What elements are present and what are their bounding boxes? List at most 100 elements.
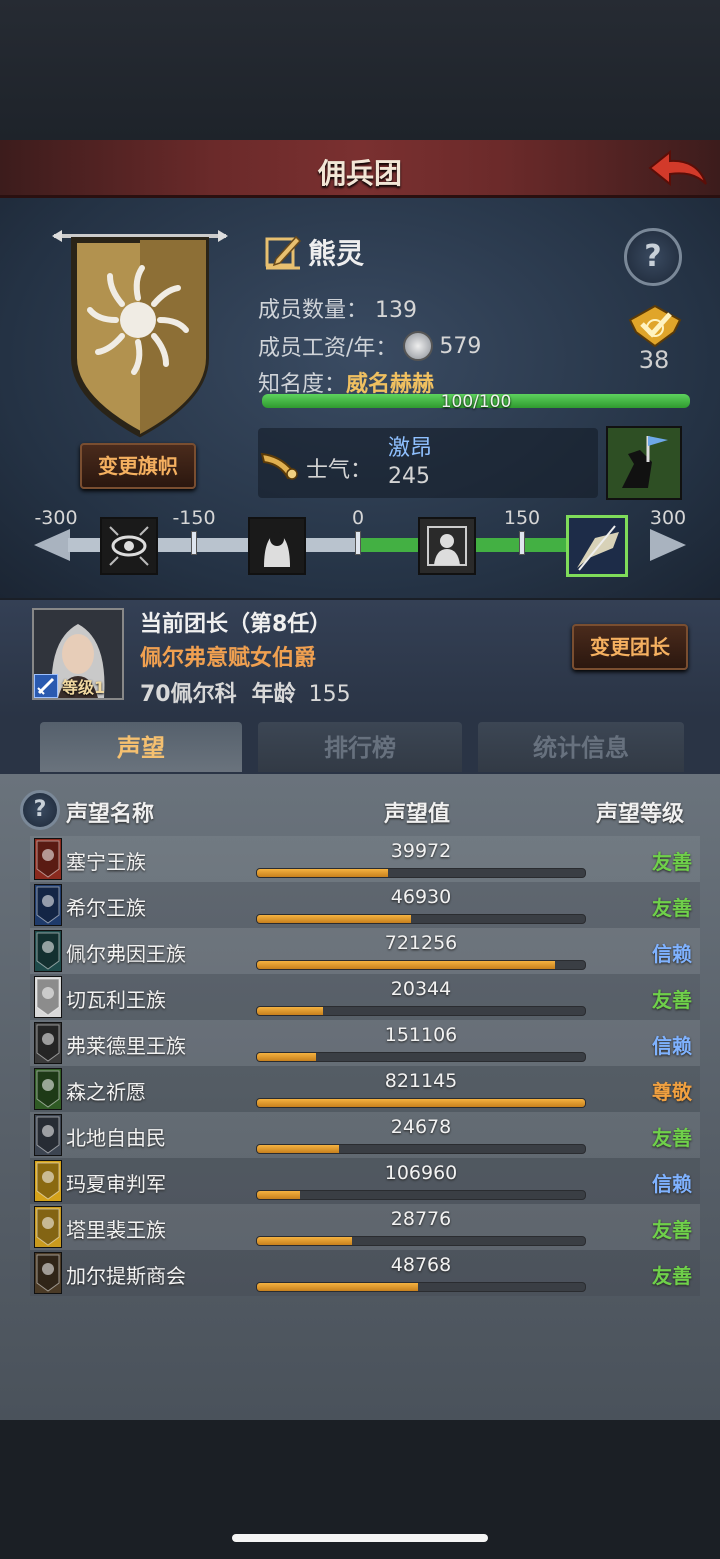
tick-mark [191,531,197,555]
question-icon: ? [644,239,662,274]
reputation-bar-fill [257,1237,353,1245]
change-leader-button[interactable]: 变更团长 [572,624,688,670]
rank-value: 38 [638,346,670,374]
faction-crest-icon [34,1160,62,1202]
reputation-level: 信赖 [652,1172,692,1196]
reputation-help-button[interactable]: ? [20,790,60,830]
tab-reputation[interactable]: 声望 [40,722,242,772]
reputation-bar-fill [257,869,389,877]
reputation-level: 信赖 [652,1034,692,1058]
faction-row[interactable]: 玛夏审判军 106960 信赖 [30,1158,700,1204]
reputation-bar-fill [257,915,412,923]
reputation-bar [256,960,586,970]
reputation-bar [256,1236,586,1246]
back-arrow-icon [648,149,707,187]
faction-crest-icon [34,1068,62,1110]
reputation-level: 友善 [652,1218,692,1242]
faction-name: 希尔王族 [66,896,146,920]
leader-age-value: 155 [308,682,351,707]
back-button[interactable] [646,144,710,194]
faction-name: 加尔提斯商会 [66,1264,186,1288]
reputation-value: 20344 [390,978,452,1000]
scale-tick-label: -300 [34,507,78,529]
faction-row[interactable]: 切瓦利王族 20344 友善 [30,974,700,1020]
faction-crest-icon [34,1252,62,1294]
leader-title: 当前团长（第8任） [140,612,332,637]
faction-row[interactable]: 佩尔弗因王族 721256 信赖 [30,928,700,974]
members-line: 成员数量： 139 [258,292,417,324]
reputation-value: 24678 [390,1116,452,1138]
top-background [0,0,720,140]
tab-leaderboard[interactable]: 排行榜 [258,722,462,772]
faction-crest-icon [34,930,62,972]
morale-status-icon[interactable] [606,426,682,500]
members-value: 139 [375,298,418,323]
reputation-bar [256,1006,586,1016]
morale-level-calm-icon[interactable] [418,517,476,575]
faction-row[interactable]: 弗莱德里王族 151106 信赖 [30,1020,700,1066]
silver-coin-icon [403,331,434,361]
reputation-bar [256,914,586,924]
reputation-level: 友善 [652,1264,692,1288]
faction-row[interactable]: 希尔王族 46930 友善 [30,882,700,928]
leader-level-text: 等级1 [62,678,106,697]
reputation-level: 友善 [652,850,692,874]
reputation-level: 友善 [652,988,692,1012]
faction-row[interactable]: 塔里裴王族 28776 友善 [30,1204,700,1250]
faction-row[interactable]: 加尔提斯商会 48768 友善 [30,1250,700,1296]
page-title: 佣兵团 [317,157,402,190]
header-reputation-level: 声望等级 [596,802,685,827]
reputation-bar [256,1190,586,1200]
morale-value: 245 [388,464,430,489]
reputation-bar [256,1144,586,1154]
faction-row[interactable]: 森之祈愿 821145 尊敬 [30,1066,700,1112]
morale-label: 士气： [306,458,373,483]
edit-name-icon[interactable] [264,233,302,271]
faction-name: 弗莱德里王族 [66,1034,186,1058]
reputation-bar-fill [257,1007,323,1015]
reputation-value: 821145 [384,1070,458,1092]
faction-crest-icon [34,1206,62,1248]
mercenary-name-row: 熊灵 [264,230,364,274]
faction-name: 佩尔弗因王族 [66,942,186,966]
reputation-level: 信赖 [652,942,692,966]
reputation-value: 48768 [390,1254,452,1276]
reputation-bar-fill [257,1283,418,1291]
reputation-level: 友善 [652,1126,692,1150]
faction-crest-icon [34,976,62,1018]
reputation-value: 721256 [384,932,458,954]
rank-medal[interactable] [624,302,686,352]
faction-name: 塔里裴王族 [66,1218,166,1242]
salary-value: 579 [439,333,482,359]
help-button[interactable]: ? [624,228,682,286]
leader-origin: 70佩尔科 [140,682,237,707]
reputation-bar-fill [257,961,556,969]
home-indicator[interactable] [232,1534,488,1542]
reputation-level: 尊敬 [652,1080,692,1104]
scale-tick-label: 0 [351,507,365,529]
medal-icon [628,304,682,348]
leader-level-badge: 等级1 [34,673,122,699]
change-banner-button[interactable]: 变更旗帜 [80,443,196,489]
reputation-bar-fill [257,1053,317,1061]
header-reputation-value: 声望值 [384,802,451,827]
morale-level-excited-icon[interactable] [566,515,628,577]
tick-mark [519,531,525,555]
question-icon: ? [33,797,47,822]
reputation-bar-fill [257,1099,585,1107]
reputation-bar [256,1098,586,1108]
faction-row[interactable]: 塞宁王族 39972 友善 [30,836,700,882]
tab-statistics[interactable]: 统计信息 [478,722,684,772]
faction-crest-icon [34,884,62,926]
morale-level-eye-icon[interactable] [100,517,158,575]
members-label: 成员数量： [258,298,369,323]
reputation-bar [256,1282,586,1292]
morale-level-despair-icon[interactable] [248,517,306,575]
reputation-bar [256,868,586,878]
leader-name: 佩尔弗意赋女伯爵 [140,646,317,671]
sun-emblem-icon [52,230,228,438]
reputation-value: 151106 [384,1024,458,1046]
horn-icon [258,446,300,482]
faction-row[interactable]: 北地自由民 24678 友善 [30,1112,700,1158]
scale-tick-label: 150 [503,507,541,529]
